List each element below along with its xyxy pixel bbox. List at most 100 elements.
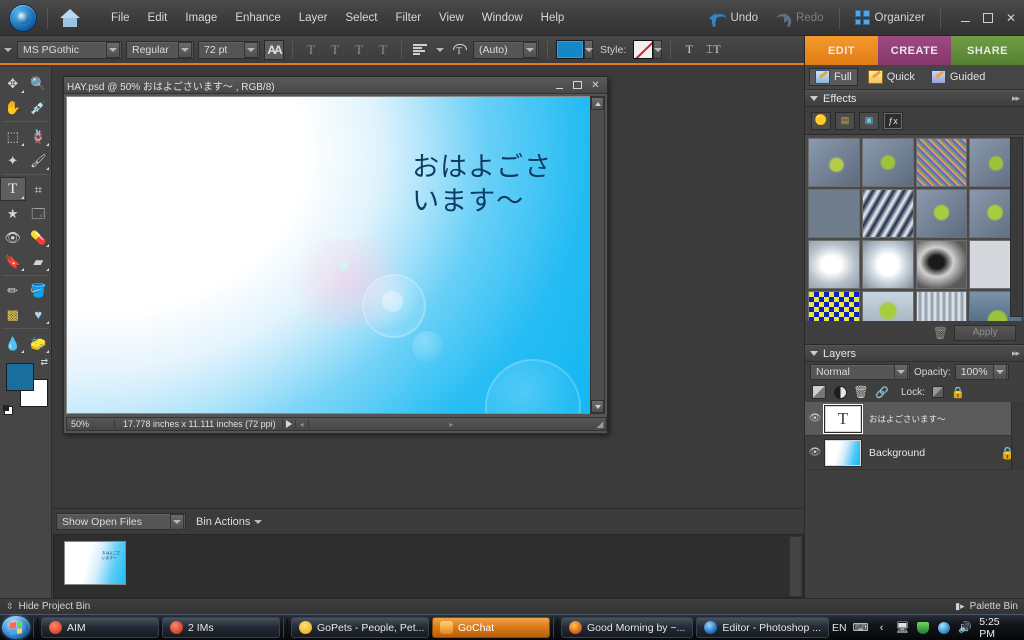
status-menu-button[interactable] (283, 420, 296, 428)
layer-thumbnail[interactable] (824, 438, 862, 467)
effect-thumbnail[interactable] (808, 291, 860, 321)
color-dropdown-icon[interactable] (584, 40, 593, 59)
app-logo-button[interactable] (6, 3, 40, 33)
bin-actions-button[interactable]: Bin Actions (196, 516, 263, 528)
layer-thumbnail[interactable]: T (824, 404, 862, 433)
tool-move[interactable]: ✥ (0, 71, 26, 95)
tab-guided[interactable]: Guided (925, 68, 991, 86)
home-button[interactable] (55, 4, 85, 32)
document-title-bar[interactable]: HAY.psd @ 50% おはよごさいます～ , RGB/8) ✕ (64, 77, 607, 94)
effect-thumbnail[interactable] (915, 291, 968, 321)
tool-marquee[interactable]: ⬚ (0, 124, 26, 148)
lock-all-button[interactable]: 🔒 (951, 385, 965, 399)
scroll-down-button[interactable] (591, 400, 604, 413)
tool-sponge[interactable]: 🧽 (26, 331, 52, 355)
layer-style-swatch[interactable] (633, 40, 654, 59)
menu-window[interactable]: Window (474, 9, 531, 27)
tool-zoom[interactable]: 🔍 (26, 71, 52, 95)
menu-file[interactable]: File (103, 9, 138, 27)
add-adjustment-layer-button[interactable] (833, 385, 847, 399)
effect-thumbnail[interactable] (915, 240, 968, 289)
tool-eraser[interactable]: ▰ (26, 249, 52, 273)
menu-select[interactable]: Select (338, 9, 386, 27)
underline-button[interactable]: T (349, 40, 369, 60)
tool-blur[interactable]: 💧 (0, 331, 26, 355)
tool-pencil[interactable]: ✏ (0, 278, 26, 302)
show-all-icon[interactable]: ƒx (883, 111, 903, 130)
layer-row-text[interactable]: 👁 T おはよごさいます～ (805, 402, 1024, 436)
tray-monitor-icon[interactable]: 🖥 (896, 621, 910, 634)
filters-icon[interactable]: 🟡 (811, 111, 831, 130)
tool-hand[interactable]: ✋ (0, 95, 26, 119)
document-maximize-button[interactable] (572, 80, 583, 91)
link-layers-button[interactable]: 🔗 (875, 385, 889, 399)
organizer-button[interactable]: Organizer (847, 7, 934, 28)
document-minimize-button[interactable] (554, 80, 565, 91)
layer-row-background[interactable]: 👁 Background 🔒 (805, 436, 1024, 470)
tool-shape[interactable]: ♥ (26, 302, 52, 326)
clock[interactable]: 5:25 PM (979, 616, 1018, 640)
tool-straighten[interactable]: 🗔 (26, 201, 52, 225)
menu-filter[interactable]: Filter (387, 9, 429, 27)
style-dropdown-icon[interactable] (653, 40, 663, 59)
text-color-swatch[interactable] (556, 40, 584, 59)
layer-styles-icon[interactable]: ▤ (835, 111, 855, 130)
scroll-up-button[interactable] (591, 97, 604, 110)
zoom-level[interactable]: 50% (67, 419, 115, 429)
menu-edit[interactable]: Edit (140, 9, 176, 27)
effect-thumbnail[interactable] (861, 189, 914, 238)
font-size-select[interactable]: 72 pt (198, 40, 260, 59)
taskbar-item-firefox[interactable]: Good Morning by ~... (561, 617, 694, 638)
tool-selection-brush[interactable]: 🖌 (26, 148, 52, 172)
text-align-button[interactable] (410, 40, 430, 60)
start-button[interactable] (2, 616, 30, 639)
text-warp-button[interactable] (449, 40, 469, 60)
photo-effects-icon[interactable]: ▣ (859, 111, 879, 130)
resize-grip-icon[interactable]: ◢ (594, 418, 606, 430)
tab-full[interactable]: Full (809, 68, 858, 86)
swap-colors-icon[interactable]: ⇄ (40, 357, 48, 368)
tool-gradient[interactable]: ▩ (0, 302, 26, 326)
window-maximize-button[interactable] (981, 11, 995, 25)
status-right-arrow-icon[interactable]: ▸ (445, 420, 458, 429)
opacity-select[interactable]: 100% (954, 364, 1009, 380)
taskbar-item-gochat[interactable]: GoChat (432, 617, 550, 638)
tool-cookie-cutter[interactable]: ★ (0, 201, 26, 225)
bin-scrollbar[interactable] (789, 536, 802, 597)
tool-crop[interactable]: ⌗ (26, 177, 52, 201)
document-close-button[interactable]: ✕ (590, 80, 601, 91)
tool-type[interactable]: T (0, 177, 26, 201)
tray-expand-icon[interactable]: ‹ (875, 621, 889, 634)
taskbar-item-aim[interactable]: AIM (41, 617, 159, 638)
taskbar-item-photoshop[interactable]: Editor - Photoshop ... (696, 617, 829, 638)
tool-eyedropper[interactable]: 💉 (26, 95, 52, 119)
tab-quick[interactable]: Quick (862, 68, 921, 86)
anti-alias-button[interactable]: AA (264, 39, 284, 60)
menu-layer[interactable]: Layer (291, 9, 336, 27)
palette-bin-toggle[interactable]: ▮▸ Palette Bin (955, 601, 1018, 612)
apply-button[interactable]: Apply (954, 324, 1016, 341)
horizontal-type-button[interactable]: T (679, 40, 699, 60)
menu-enhance[interactable]: Enhance (227, 9, 288, 27)
effect-thumbnail[interactable] (915, 189, 968, 238)
status-left-arrow-icon[interactable]: ◂ (296, 419, 309, 429)
menu-view[interactable]: View (431, 9, 472, 27)
effect-thumbnail[interactable] (861, 138, 914, 187)
font-style-select[interactable]: Regular (126, 40, 194, 59)
tray-shield-icon[interactable] (916, 621, 930, 634)
tool-lasso[interactable]: 🪢 (26, 124, 52, 148)
tray-network-icon[interactable] (937, 621, 951, 634)
bin-thumbnail[interactable] (64, 541, 126, 585)
effect-thumbnail[interactable] (808, 240, 860, 289)
layer-name[interactable]: おはよごさいます～ (869, 413, 946, 425)
redo-button[interactable]: Redo (766, 8, 832, 28)
effect-thumbnail[interactable] (808, 189, 860, 238)
menu-image[interactable]: Image (177, 9, 225, 27)
layer-name[interactable]: Background (869, 447, 925, 459)
window-minimize-button[interactable] (958, 11, 972, 25)
tool-paint-bucket[interactable]: 🪣 (26, 278, 52, 302)
trash-icon[interactable]: 🗑 (933, 326, 948, 340)
effects-panel-header[interactable]: Effects ▸▸ (805, 90, 1024, 107)
canvas-text-layer[interactable]: おはよごさ います～ (412, 151, 552, 220)
tab-edit[interactable]: EDIT (805, 36, 878, 65)
